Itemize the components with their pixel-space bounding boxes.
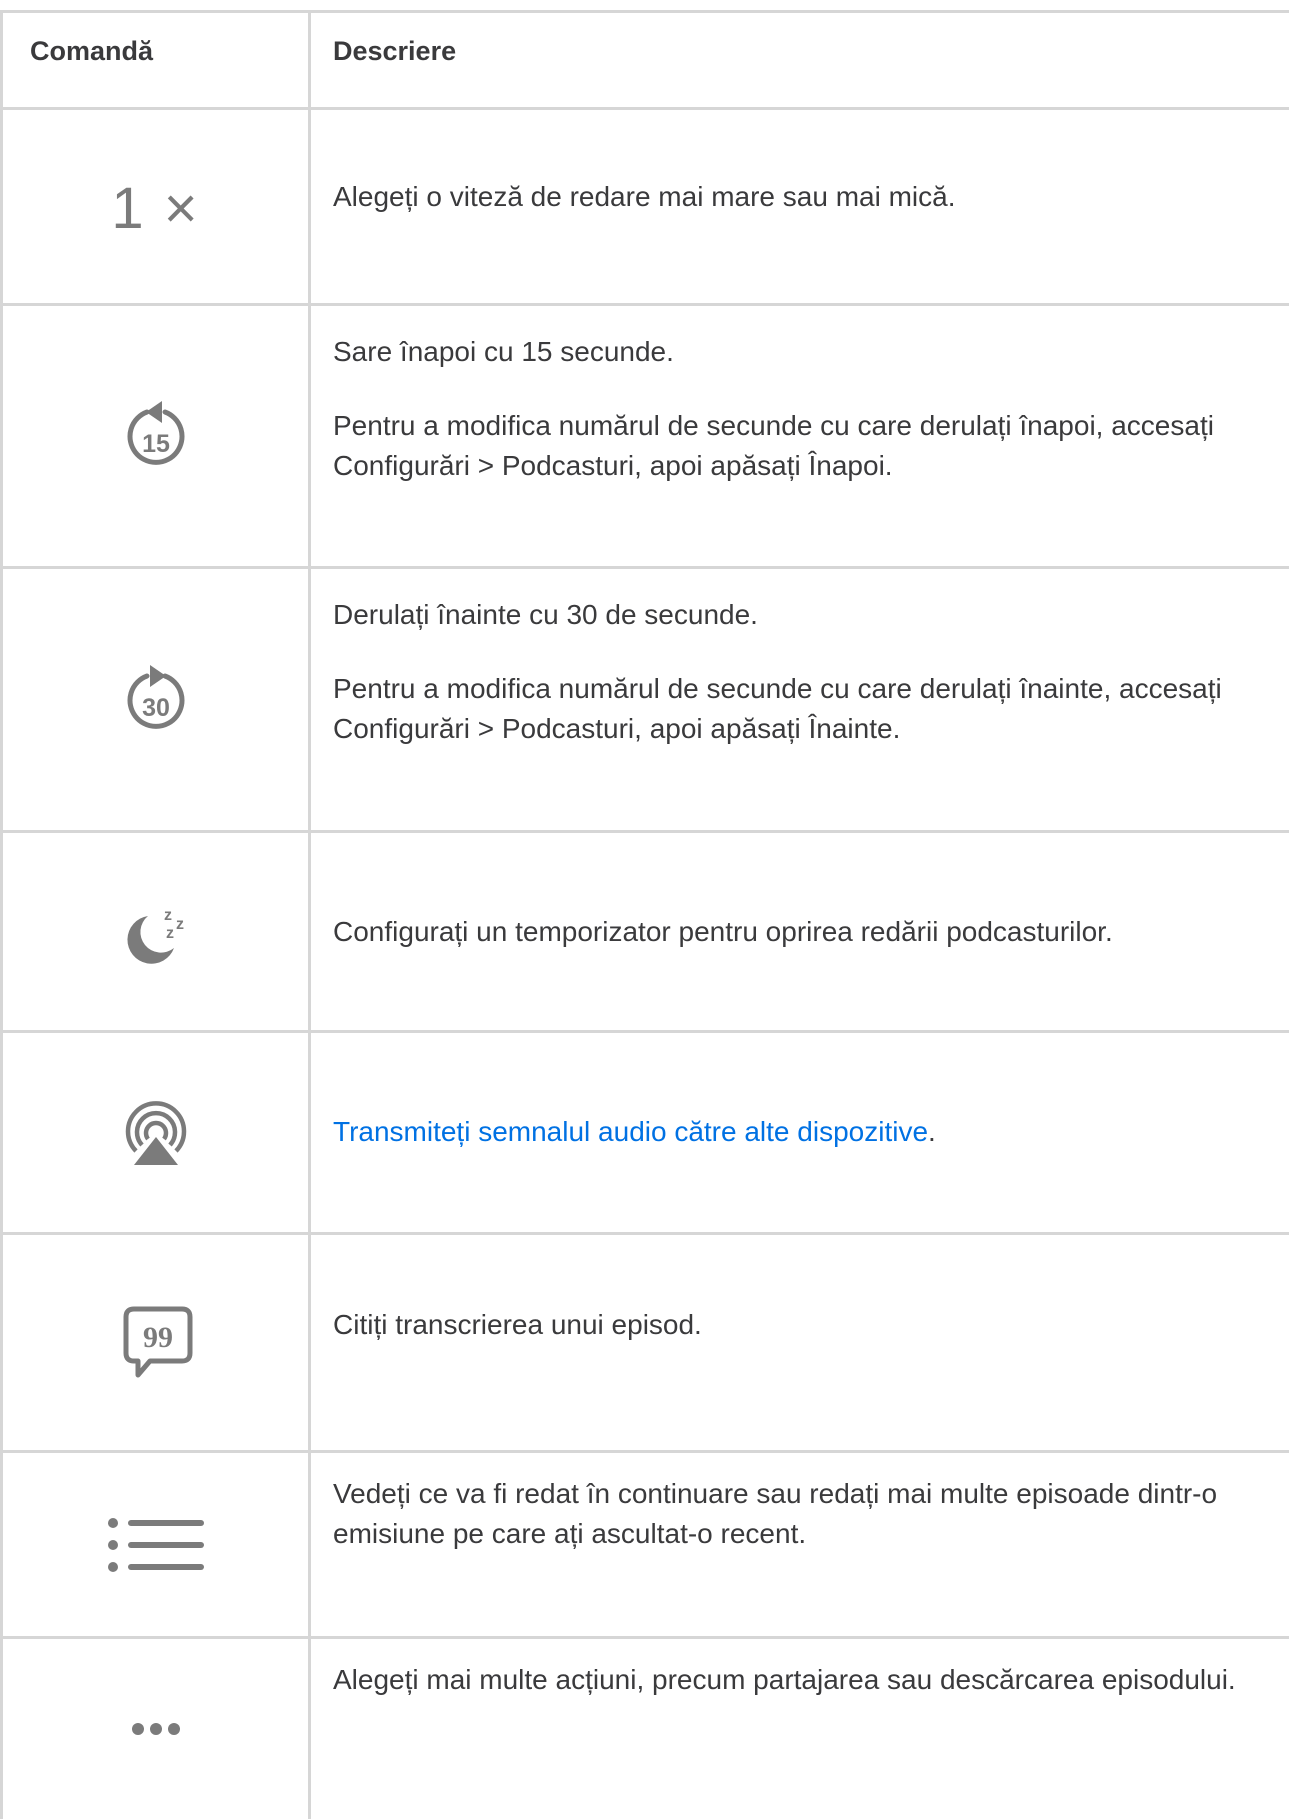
- description-text: Alegeți mai multe acțiuni, precum partaj…: [333, 1664, 1236, 1695]
- table-row-description: Transmiteți semnalul audio către alte di…: [333, 1112, 1283, 1152]
- svg-text:z: z: [176, 916, 184, 933]
- skip-back-15-icon[interactable]: 15: [116, 396, 196, 476]
- column-divider: [308, 10, 311, 1819]
- table-row-icon-cell: 1 ×: [3, 110, 308, 303]
- sleep-timer-icon[interactable]: z z z: [116, 892, 196, 972]
- playback-speed-icon[interactable]: 1 ×: [111, 175, 199, 242]
- description-text: Transmiteți semnalul audio către alte di…: [333, 1112, 1283, 1152]
- description-text: Pentru a modifica numărul de secunde cu …: [333, 410, 1214, 481]
- more-options-icon[interactable]: [126, 1719, 186, 1739]
- skip-forward-30-icon-number: 30: [142, 694, 170, 722]
- description-text: Configurați un temporizator pentru oprir…: [333, 916, 1113, 947]
- airplay-icon[interactable]: [116, 1093, 196, 1173]
- table-row-description: Vedeți ce va fi redat în continuare sau …: [333, 1474, 1283, 1554]
- description-text: Alegeți o viteză de redare mai mare sau …: [333, 181, 956, 212]
- airplay-link[interactable]: Transmiteți semnalul audio către alte di…: [333, 1116, 928, 1147]
- table-row-description: Citiți transcrierea unui episod.: [333, 1305, 1283, 1345]
- table-row-icon-cell: [3, 1639, 308, 1819]
- table-row-description: Configurați un temporizator pentru oprir…: [333, 912, 1283, 952]
- trailing-period: .: [928, 1116, 936, 1147]
- table-row-description: Derulați înainte cu 30 de secunde. Pentr…: [333, 595, 1283, 749]
- table-row-icon-cell: z z z: [3, 833, 308, 1030]
- description-text: Citiți transcrierea unui episod.: [333, 1309, 702, 1340]
- description-text: Pentru a modifica numărul de secunde cu …: [333, 673, 1222, 744]
- description-text: Sare înapoi cu 15 secunde.: [333, 336, 674, 367]
- transcript-icon[interactable]: 99: [116, 1303, 196, 1383]
- svg-text:z: z: [166, 925, 174, 942]
- table-row-icon-cell: 15: [3, 306, 308, 566]
- description-text: Vedeți ce va fi redat în continuare sau …: [333, 1478, 1218, 1549]
- table-row-description: Alegeți mai multe acțiuni, precum partaj…: [333, 1660, 1283, 1700]
- table-row-icon-cell: 30: [3, 569, 308, 830]
- table-border-top: [0, 10, 1289, 13]
- up-next-list-icon[interactable]: [106, 1515, 206, 1575]
- description-text: Derulați înainte cu 30 de secunde.: [333, 599, 758, 630]
- skip-back-15-icon-number: 15: [142, 430, 170, 458]
- skip-forward-30-icon[interactable]: 30: [116, 660, 196, 740]
- transcript-icon-quotes: 99: [143, 1321, 173, 1354]
- header-command: Comandă: [30, 36, 154, 66]
- svg-text:z: z: [164, 907, 172, 924]
- header-description: Descriere: [333, 36, 457, 66]
- table-row-icon-cell: [3, 1453, 308, 1636]
- table-row-icon-cell: [3, 1033, 308, 1232]
- table-row-description: Sare înapoi cu 15 secunde. Pentru a modi…: [333, 332, 1283, 486]
- table-row-icon-cell: 99: [3, 1235, 308, 1450]
- table-row-description: Alegeți o viteză de redare mai mare sau …: [333, 177, 1283, 217]
